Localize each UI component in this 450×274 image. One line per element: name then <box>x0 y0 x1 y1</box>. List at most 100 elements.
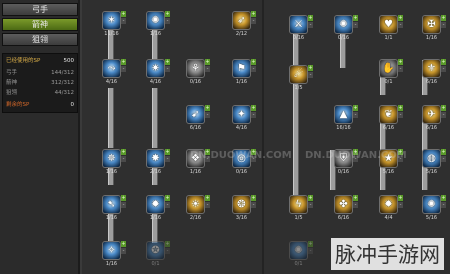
skill-level-down-button[interactable]: - <box>165 202 170 208</box>
skill-level-down-button[interactable]: - <box>441 112 446 118</box>
skill-level-up-button[interactable]: + <box>308 241 313 247</box>
skill-level-down-button[interactable]: - <box>398 202 403 208</box>
skill-slot[interactable]: ✦ + - 4/16 <box>228 104 258 134</box>
skill-level-up-button[interactable]: + <box>121 241 126 247</box>
skill-level-down-button[interactable]: - <box>121 202 126 208</box>
skill-slot[interactable]: ➷ + - 1/16 <box>98 194 128 224</box>
skill-level-up-button[interactable]: + <box>308 65 313 71</box>
eagle-icon[interactable]: ❂ <box>232 195 251 214</box>
skill-level-up-button[interactable]: + <box>398 15 403 21</box>
skill-slot[interactable]: ✷ + - 4/16 <box>142 58 172 88</box>
skill-level-down-button[interactable]: - <box>205 112 210 118</box>
palm-icon[interactable]: ✋ <box>379 59 398 78</box>
fox-icon[interactable]: ✤ <box>334 195 353 214</box>
ember-icon[interactable]: ✹ <box>379 195 398 214</box>
skill-slot[interactable]: ✺ + - 0/16 <box>330 14 360 44</box>
wolf-icon[interactable]: ⚜ <box>422 59 441 78</box>
skill-level-up-button[interactable]: + <box>441 15 446 21</box>
skill-level-up-button[interactable]: + <box>165 11 170 17</box>
skill-slot[interactable]: ⚔ + - 0/16 <box>285 14 315 44</box>
leap-icon[interactable]: ⚑ <box>232 59 251 78</box>
skill-level-up-button[interactable]: + <box>441 105 446 111</box>
skill-level-up-button[interactable]: + <box>121 11 126 17</box>
skill-level-up-button[interactable]: + <box>165 195 170 201</box>
flame-arrow-icon[interactable]: ➷ <box>102 195 121 214</box>
skill-level-up-button[interactable]: + <box>121 195 126 201</box>
skill-level-up-button[interactable]: + <box>398 105 403 111</box>
skill-slot[interactable]: ➶ + - 2/12 <box>228 10 258 40</box>
skill-level-up-button[interactable]: + <box>165 149 170 155</box>
skill-slot[interactable]: ⚜ + - 6/16 <box>418 58 448 88</box>
spiral-shot-icon[interactable]: ✺ <box>146 11 165 30</box>
skill-level-up-button[interactable]: + <box>398 59 403 65</box>
skill-slot[interactable]: ✺ + - 5/16 <box>418 194 448 224</box>
skill-level-down-button[interactable]: - <box>441 202 446 208</box>
skill-slot[interactable]: ❦ + - 6/16 <box>375 104 405 134</box>
skill-slot[interactable]: ✋ + - 0/1 <box>375 58 405 88</box>
skill-level-up-button[interactable]: + <box>441 195 446 201</box>
skill-level-down-button[interactable]: - <box>251 202 256 208</box>
skill-level-down-button[interactable]: - <box>165 248 170 254</box>
final-burst-icon[interactable]: ✺ <box>289 241 308 260</box>
skill-slot[interactable]: ☀ + - 2/16 <box>182 194 212 224</box>
skill-level-up-button[interactable]: + <box>353 15 358 21</box>
skill-slot[interactable]: ✪ + - 0/1 <box>142 240 172 270</box>
skill-level-down-button[interactable]: - <box>353 112 358 118</box>
skill-level-up-button[interactable]: + <box>251 59 256 65</box>
skill-level-down-button[interactable]: - <box>441 66 446 72</box>
skill-level-down-button[interactable]: - <box>165 66 170 72</box>
crest-icon[interactable]: ✠ <box>422 15 441 34</box>
skill-slot[interactable]: ✵ + - 1/16 <box>98 148 128 178</box>
skill-slot[interactable]: ◍ + - 5/16 <box>418 148 448 178</box>
crouch-icon[interactable]: ⚘ <box>186 59 205 78</box>
skill-level-down-button[interactable]: - <box>121 18 126 24</box>
skill-level-up-button[interactable]: + <box>251 11 256 17</box>
skill-slot[interactable]: ✹ + - 4/4 <box>375 194 405 224</box>
cross-shot-icon[interactable]: ✸ <box>146 149 165 168</box>
skill-slot[interactable]: ✤ + - 6/16 <box>330 194 360 224</box>
aura-icon[interactable]: ✧ <box>102 241 121 260</box>
skill-level-down-button[interactable]: - <box>441 156 446 162</box>
skill-level-down-button[interactable]: - <box>121 156 126 162</box>
skill-level-up-button[interactable]: + <box>353 195 358 201</box>
skill-slot[interactable]: ✈ + - 6/16 <box>418 104 448 134</box>
dash-icon[interactable]: ➹ <box>186 105 205 124</box>
skill-slot[interactable]: ▲ + - 16/16 <box>330 104 360 134</box>
storm-icon[interactable]: ✺ <box>422 195 441 214</box>
bird-icon[interactable]: ✈ <box>422 105 441 124</box>
claw-icon[interactable]: ✦ <box>232 105 251 124</box>
skill-slot[interactable]: ✠ + - 1/16 <box>418 14 448 44</box>
skill-slot[interactable]: ✺ + - 1/16 <box>142 10 172 40</box>
skill-level-up-button[interactable]: + <box>165 241 170 247</box>
skill-slot[interactable]: ✶ + - 11/16 <box>98 10 128 40</box>
bow-gold-icon[interactable]: ➶ <box>232 11 251 30</box>
sonic-icon[interactable]: ✹ <box>146 195 165 214</box>
skill-level-up-button[interactable]: + <box>205 105 210 111</box>
skill-level-up-button[interactable]: + <box>398 195 403 201</box>
skill-slot[interactable]: ϟ + - 1/5 <box>285 194 315 224</box>
skill-level-down-button[interactable]: - <box>308 248 313 254</box>
skill-level-down-button[interactable]: - <box>165 156 170 162</box>
skill-slot[interactable]: ✧ + - 1/16 <box>98 240 128 270</box>
skill-level-down-button[interactable]: - <box>251 112 256 118</box>
skill-level-down-button[interactable]: - <box>251 66 256 72</box>
skill-level-down-button[interactable]: - <box>308 202 313 208</box>
heart-shield-icon[interactable]: ♥ <box>379 15 398 34</box>
skill-level-down-button[interactable]: - <box>205 66 210 72</box>
skill-level-up-button[interactable]: + <box>308 195 313 201</box>
skill-level-down-button[interactable]: - <box>121 66 126 72</box>
skill-level-down-button[interactable]: - <box>205 202 210 208</box>
skill-level-down-button[interactable]: - <box>121 248 126 254</box>
tab-sharpshooter[interactable]: 箭神 <box>2 18 78 31</box>
skill-level-down-button[interactable]: - <box>398 22 403 28</box>
skill-level-up-button[interactable]: + <box>353 105 358 111</box>
feather-icon[interactable]: ❦ <box>379 105 398 124</box>
skill-slot[interactable]: ✸ + - 2/16 <box>142 148 172 178</box>
skill-level-up-button[interactable]: + <box>251 195 256 201</box>
sun-icon[interactable]: ☀ <box>186 195 205 214</box>
skill-slot[interactable]: ✹ + - 1/16 <box>142 194 172 224</box>
ultimate-icon[interactable]: ✪ <box>146 241 165 260</box>
slash-icon[interactable]: ⚔ <box>289 15 308 34</box>
skill-slot[interactable]: ➹ + - 6/16 <box>182 104 212 134</box>
multi-arrow-icon[interactable]: ⤳ <box>102 59 121 78</box>
